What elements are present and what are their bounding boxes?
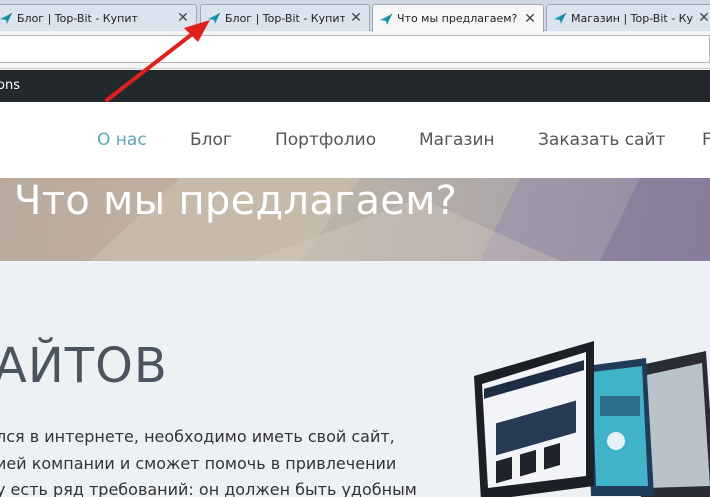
nav-more[interactable]: F — [702, 130, 710, 150]
close-icon[interactable]: ✕ — [523, 11, 537, 27]
tab-blog-2[interactable]: Блог | Top-Bit - Купит ✕ — [200, 4, 370, 31]
paragraph-line: у есть ряд требований: он должен быть уд… — [0, 480, 417, 497]
hero-title: Что мы предлагаем? — [14, 178, 458, 224]
nav-portfolio[interactable]: Портфолио — [275, 130, 376, 150]
section-heading: АЙТОВ — [0, 338, 168, 394]
paragraph-line: ией компании и сможет помочь в привлечен… — [0, 454, 397, 473]
hero-banner: Что мы предлагаем? — [0, 178, 710, 261]
close-icon[interactable]: ✕ — [176, 10, 190, 26]
bookmarks-bar-label[interactable]: ons — [0, 70, 20, 102]
tab-title: Магазин | Top-Bit - Ку — [571, 11, 693, 25]
address-bar — [0, 31, 710, 69]
tab-blog-1[interactable]: Блог | Top-Bit - Купит ✕ — [0, 4, 197, 31]
bookmarks-bar: ons — [0, 70, 710, 102]
website-mockups-image — [474, 341, 710, 497]
paper-plane-icon — [208, 12, 221, 24]
close-icon[interactable]: ✕ — [697, 10, 710, 26]
tab-title: Что мы предлагаем? | — [397, 12, 519, 25]
site-nav: О нас Блог Портфолио Магазин Заказать са… — [0, 102, 710, 180]
paragraph-line: лся в интернете, необходимо иметь свой с… — [0, 427, 395, 446]
tab-strip: Блог | Top-Bit - Купит ✕ Блог | Top-Bit … — [0, 0, 710, 32]
nav-shop[interactable]: Магазин — [419, 130, 495, 150]
tab-what-we-offer[interactable]: Что мы предлагаем? | ✕ — [372, 4, 544, 32]
paper-plane-icon — [0, 12, 13, 24]
nav-order-site[interactable]: Заказать сайт — [538, 130, 666, 150]
tab-title: Блог | Top-Bit - Купит — [17, 11, 138, 25]
browser-window: Блог | Top-Bit - Купит ✕ Блог | Top-Bit … — [0, 0, 710, 497]
close-icon[interactable]: ✕ — [349, 10, 363, 26]
nav-blog[interactable]: Блог — [190, 130, 232, 150]
tab-title: Блог | Top-Bit - Купит — [225, 11, 345, 25]
paper-plane-icon — [380, 13, 393, 25]
tab-shop[interactable]: Магазин | Top-Bit - Ку ✕ — [546, 4, 710, 31]
url-input[interactable] — [0, 35, 710, 63]
nav-about[interactable]: О нас — [97, 130, 147, 150]
paper-plane-icon — [554, 12, 567, 24]
